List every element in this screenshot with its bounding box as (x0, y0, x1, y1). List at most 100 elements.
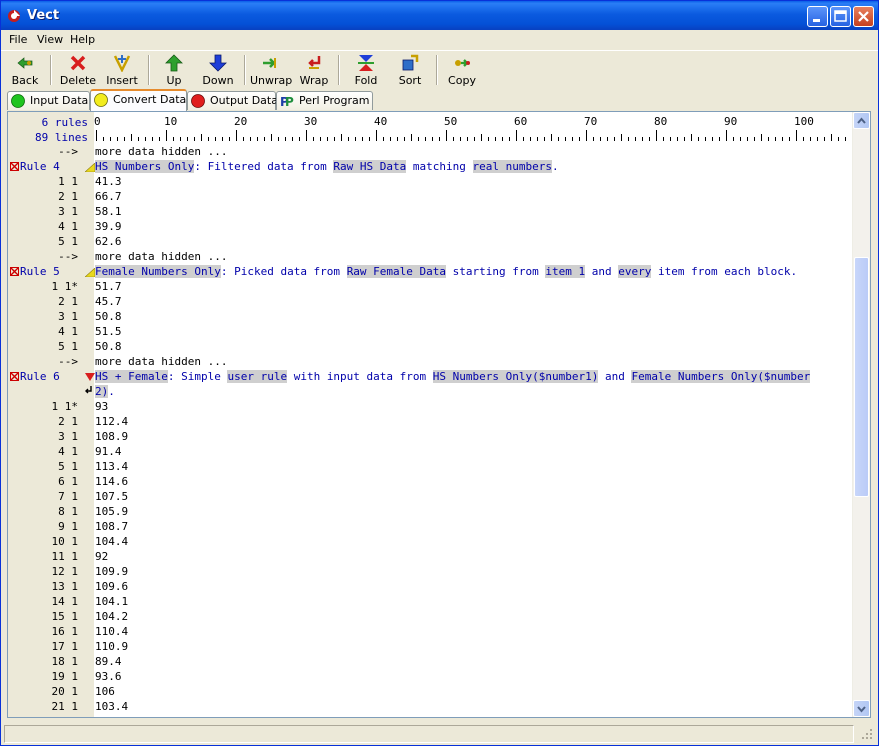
hidden-data-line[interactable]: --> more data hidden ... (8, 249, 854, 264)
hidden-data-line[interactable]: --> more data hidden ... (8, 144, 854, 159)
data-line[interactable]: 6 1 114.6 (8, 474, 854, 489)
rule-header[interactable]: Rule 6 HS + Female: Simple user rule with… (8, 369, 854, 384)
minimize-button[interactable] (807, 6, 828, 27)
rule-label[interactable]: Rule 4 (10, 159, 60, 174)
data-line[interactable]: 8 1 105.9 (8, 504, 854, 519)
delete-button[interactable]: Delete (59, 54, 97, 88)
toolbar-separator (148, 55, 150, 85)
rule-link[interactable]: Raw HS Data (333, 160, 407, 173)
sort-icon (402, 54, 419, 71)
ruler-mark: 30 (304, 115, 318, 128)
data-line[interactable]: 5 1 113.4 (8, 459, 854, 474)
line-number: 14 1 (51, 595, 79, 608)
data-line[interactable]: 14 1 104.1 (8, 594, 854, 609)
ruler-mark: 90 (724, 115, 738, 128)
data-line[interactable]: 5 1 62.6 (8, 234, 854, 249)
data-line[interactable]: 21 1 103.4 (8, 699, 854, 714)
down-button[interactable]: Down (200, 54, 236, 88)
scroll-down-button[interactable] (853, 700, 870, 717)
rule-link[interactable]: 2) (95, 385, 109, 398)
rule-delete-icon[interactable] (10, 162, 19, 171)
line-number: 12 1 (51, 565, 79, 578)
data-line[interactable]: 4 1 39.9 (8, 219, 854, 234)
data-line[interactable]: 19 1 93.6 (8, 669, 854, 684)
data-line[interactable]: 18 1 89.4 (8, 654, 854, 669)
data-line[interactable]: 13 1 109.6 (8, 579, 854, 594)
menu-help[interactable]: Help (70, 33, 95, 46)
data-value: 105.9 (95, 505, 129, 518)
menu-view[interactable]: View (37, 33, 63, 46)
resize-grip-icon[interactable] (860, 727, 874, 741)
data-line[interactable]: 15 1 104.2 (8, 609, 854, 624)
tab-output-data[interactable]: Output Data (187, 91, 278, 110)
data-value: 108.9 (95, 430, 129, 443)
unwrap-button[interactable]: Unwrap (250, 54, 292, 88)
data-line[interactable]: 7 1 107.5 (8, 489, 854, 504)
rule-link[interactable]: Female Numbers Only($number (631, 370, 811, 383)
data-line[interactable]: 3 1 58.1 (8, 204, 854, 219)
tab-perl-program[interactable]: PP Perl Program (276, 91, 373, 110)
chevron-up-icon (857, 117, 866, 124)
fold-button[interactable]: Fold (350, 54, 382, 88)
data-line[interactable]: 20 1 106 (8, 684, 854, 699)
data-line[interactable]: 4 1 91.4 (8, 444, 854, 459)
hidden-data-line[interactable]: --> more data hidden ... (8, 354, 854, 369)
rule-link[interactable]: real numbers (472, 160, 552, 173)
line-number: 18 1 (51, 655, 79, 668)
rule-link[interactable]: HS Numbers Only($number1) (432, 370, 599, 383)
data-line[interactable]: 12 1 109.9 (8, 564, 854, 579)
close-button[interactable] (853, 6, 874, 27)
data-line[interactable]: 16 1 110.4 (8, 624, 854, 639)
menu-file[interactable]: File (9, 33, 27, 46)
data-line[interactable]: 1 1* 51.7 (8, 279, 854, 294)
data-value: 50.8 (95, 340, 122, 353)
maximize-button[interactable] (830, 6, 851, 27)
data-line[interactable]: 9 1 108.7 (8, 519, 854, 534)
rule-link[interactable]: user rule (227, 370, 288, 383)
rule-header[interactable]: Rule 4 HS Numbers Only: Filtered data fro… (8, 159, 854, 174)
rule-delete-icon[interactable] (10, 372, 19, 381)
wrap-button[interactable]: Wrap (299, 54, 329, 88)
data-line[interactable]: 10 1 104.4 (8, 534, 854, 549)
rule-header-continuation[interactable]: 2). (8, 384, 854, 399)
insert-icon (113, 55, 131, 72)
tab-input-data[interactable]: Input Data (7, 91, 90, 110)
data-line[interactable]: 1 1* 93 (8, 399, 854, 414)
ruler-ticks (96, 130, 853, 141)
rule-link[interactable]: every (618, 265, 652, 278)
rule-delete-icon[interactable] (10, 267, 19, 276)
line-number: 11 1 (51, 550, 79, 563)
insert-button[interactable]: Insert (104, 54, 140, 88)
data-line[interactable]: 1 1 41.3 (8, 174, 854, 189)
copy-button[interactable]: Copy (446, 54, 478, 88)
rule-link[interactable]: HS Numbers Only (95, 160, 195, 173)
data-line[interactable]: 5 1 50.8 (8, 339, 854, 354)
scroll-up-button[interactable] (853, 112, 870, 129)
data-line[interactable]: 2 1 112.4 (8, 414, 854, 429)
rule-header[interactable]: Rule 5 Female Numbers Only: Picked data f… (8, 264, 854, 279)
tab-convert-data[interactable]: Convert Data (90, 89, 187, 111)
app-window: Vect File View Help Back Delete Insert U… (0, 0, 879, 746)
maximize-icon (834, 10, 847, 22)
back-button[interactable]: Back (7, 54, 43, 88)
data-line[interactable]: 3 1 50.8 (8, 309, 854, 324)
data-line[interactable]: 2 1 66.7 (8, 189, 854, 204)
rule-link[interactable]: Raw Female Data (346, 265, 447, 278)
data-line[interactable]: 11 1 92 (8, 549, 854, 564)
rule-editor[interactable]: 6 rules 89 lines 0 10 20 30 40 50 60 70 80 90 100 … (7, 111, 871, 718)
scrollbar-thumb[interactable] (854, 257, 869, 497)
rule-label[interactable]: Rule 6 (10, 369, 60, 384)
rule-link[interactable]: item 1 (545, 265, 586, 278)
data-line[interactable]: 4 1 51.5 (8, 324, 854, 339)
rule-label[interactable]: Rule 5 (10, 264, 60, 279)
data-line[interactable]: 3 1 108.9 (8, 429, 854, 444)
rule-link[interactable]: HS + Female (95, 370, 168, 383)
up-button[interactable]: Up (159, 54, 189, 88)
data-line[interactable]: 2 1 45.7 (8, 294, 854, 309)
title-bar[interactable]: Vect (1, 1, 878, 30)
line-number: 8 1 (58, 505, 78, 518)
rule-link[interactable]: Female Numbers Only (95, 265, 221, 278)
vertical-scrollbar[interactable] (852, 112, 870, 717)
sort-button[interactable]: Sort (395, 54, 425, 88)
data-line[interactable]: 17 1 110.9 (8, 639, 854, 654)
